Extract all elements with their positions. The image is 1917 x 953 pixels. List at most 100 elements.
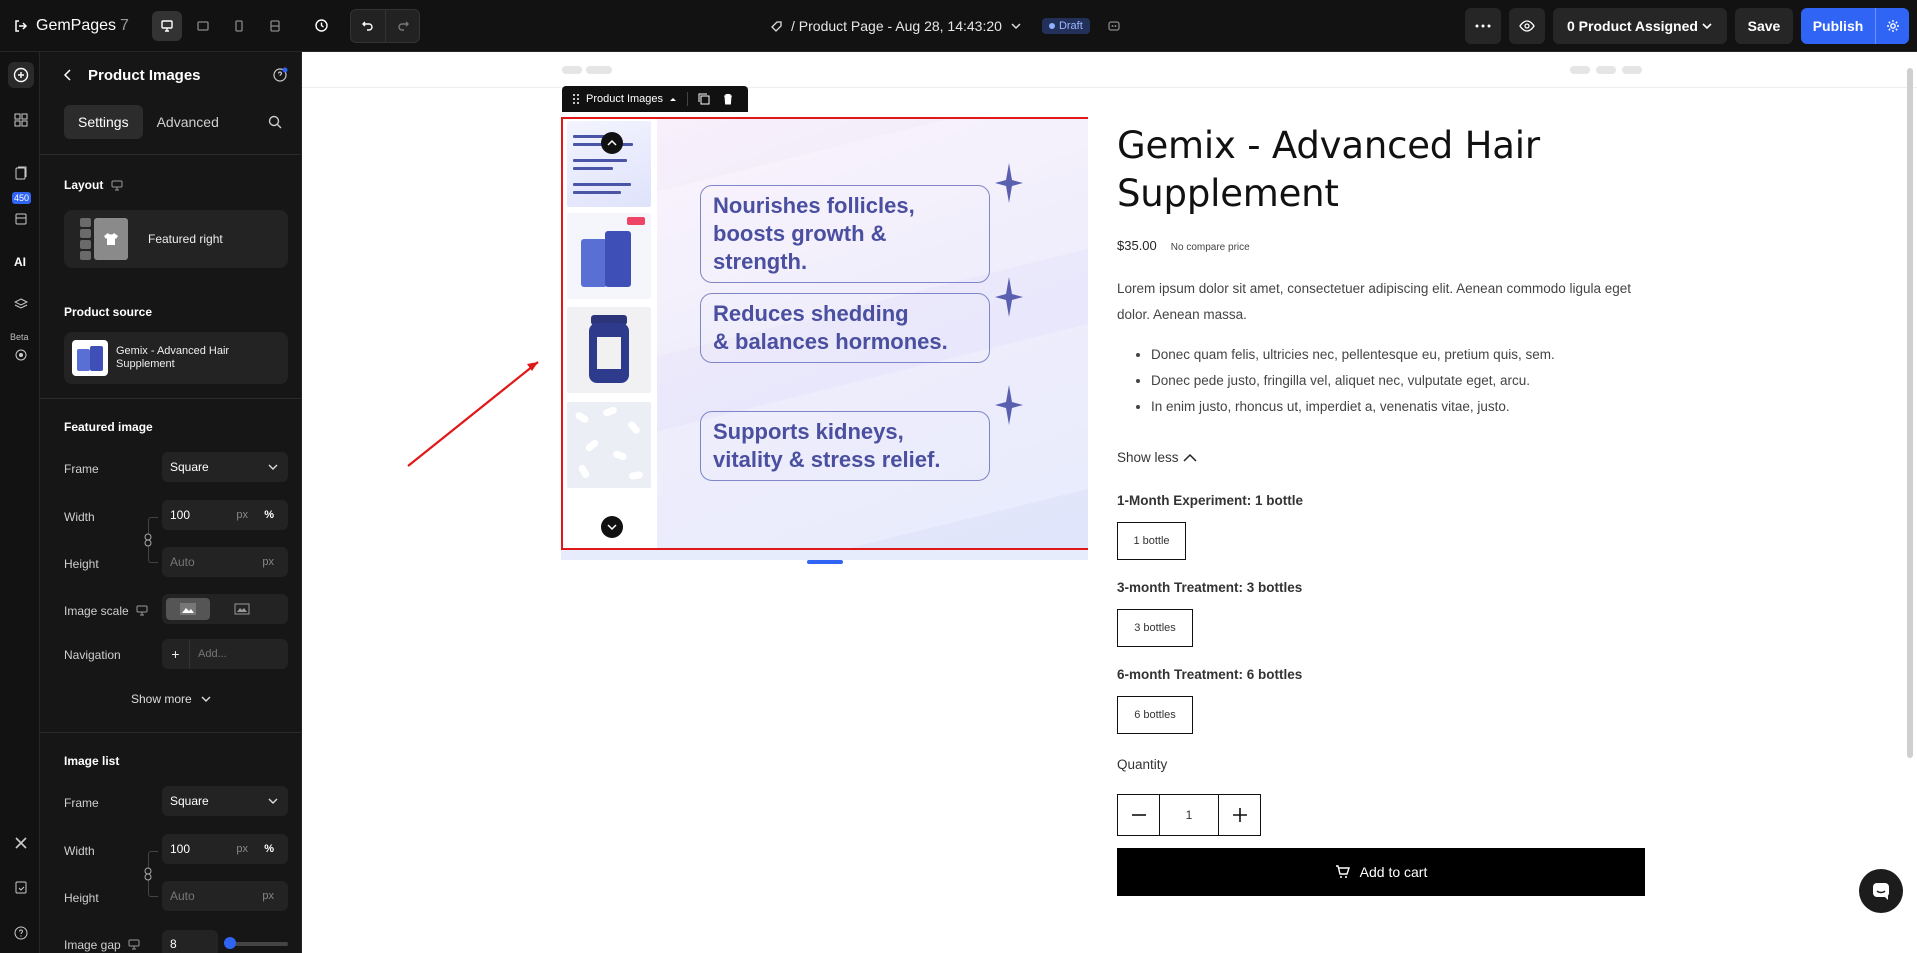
gallery-thumbnail[interactable] [567,307,651,393]
navigation-label: Navigation [64,648,121,662]
header-placeholder [562,66,582,74]
variant-option-6-bottles[interactable]: 6 bottles [1117,696,1193,734]
list-unit-percent-toggle[interactable]: % [264,843,274,855]
product-description[interactable]: Lorem ipsum dolor sit amet, consectetuer… [1117,276,1647,328]
gallery-thumbnail[interactable] [567,213,651,299]
ai-button[interactable]: AI [8,248,34,274]
chevron-down-icon [1011,23,1021,30]
more-options-button[interactable] [1465,8,1501,44]
quantity-decrease-button[interactable] [1118,795,1159,835]
chat-support-button[interactable] [1859,869,1903,913]
variant-option-3-bottles[interactable]: 3 bottles [1117,609,1193,647]
scale-fit-option[interactable] [220,598,264,620]
frame-select[interactable]: Square [162,452,288,482]
product-source-selector[interactable]: Gemix - Advanced Hair Supplement [64,332,288,384]
help-button[interactable] [8,920,34,946]
list-width-input[interactable]: 100 px % [162,834,288,864]
x-social-button[interactable] [8,830,34,856]
layers-button[interactable] [8,292,34,318]
add-to-cart-button[interactable]: Add to cart [1117,848,1645,896]
minus-icon [1131,814,1146,816]
tab-advanced[interactable]: Advanced [143,105,233,139]
undo-icon [362,21,373,31]
image-gap-input[interactable]: 8 [162,930,218,953]
unit-px-toggle[interactable]: px [236,509,248,521]
sparkle-icon [995,277,1023,317]
duplicate-icon[interactable] [698,93,710,105]
navigation-add-button[interactable]: + Add... [162,639,288,669]
mobile-view-button[interactable] [224,11,254,41]
drag-handle-icon[interactable] [572,93,580,105]
caret-up-icon[interactable] [669,96,677,102]
gallery-thumbnail[interactable] [567,402,651,488]
unit-percent-toggle[interactable]: % [264,509,274,521]
featured-image[interactable]: Nourishes follicles, boosts growth & str… [657,119,1088,548]
height-input[interactable]: Auto px [162,547,288,577]
app-logo[interactable]: GemPages 7 [14,17,142,35]
link-icon[interactable] [142,867,154,881]
image-scale-label: Image scale [64,604,148,618]
tshirt-icon [104,233,118,245]
chevron-down-icon [1702,23,1712,30]
width-input[interactable]: 100 px % [162,500,288,530]
list-frame-label: Frame [64,796,99,810]
featured-image-label: Featured image [64,420,153,434]
history-button[interactable] [306,11,336,41]
product-assign-dropdown[interactable]: 0 Product Assigned [1553,8,1727,44]
show-less-button[interactable]: Show less [1117,450,1197,465]
navigation-placeholder: Add... [198,648,227,660]
element-label[interactable]: Product Images [586,93,663,105]
custom-view-button[interactable] [260,11,290,41]
publish-button[interactable]: Publish [1801,8,1875,44]
layout-selector[interactable]: Featured right [64,210,288,268]
canvas-scrollbar[interactable] [1907,68,1913,758]
chevron-down-icon [268,798,278,804]
list-frame-select[interactable]: Square [162,786,288,816]
laptop-view-button[interactable] [188,11,218,41]
chevron-left-icon[interactable] [62,69,74,81]
list-item: Donec quam felis, ultricies nec, pellent… [1151,342,1651,368]
thumbnail-prev-button[interactable] [601,132,623,154]
tab-settings[interactable]: Settings [64,105,143,139]
tasks-button[interactable] [8,874,34,900]
quantity-input[interactable]: 1 [1159,795,1219,835]
show-more-button[interactable]: Show more [40,692,301,706]
beta-tool-button[interactable] [8,342,34,368]
library-icon [15,213,27,225]
height-placeholder: Auto [170,555,195,569]
list-unit-px-toggle[interactable]: px [236,843,248,855]
list-height-input[interactable]: Auto px [162,881,288,911]
resize-handle[interactable] [807,560,843,564]
variant-option-1-bottle[interactable]: 1 bottle [1117,522,1186,560]
ai-assistant-icon[interactable] [1106,18,1122,34]
publish-settings-button[interactable] [1875,8,1909,44]
page-title-area[interactable]: / Product Page - Aug 28, 14:43:20 Draft [770,0,1122,52]
thumbnail-next-button[interactable] [601,516,623,538]
desktop-view-button[interactable] [152,10,182,41]
product-price[interactable]: $35.00 [1117,238,1157,253]
help-icon [14,926,28,940]
image-list-label: Image list [64,754,120,768]
product-title[interactable]: Gemix - Advanced Hair Supplement [1117,122,1547,218]
product-images-gallery[interactable]: Nourishes follicles, boosts growth & str… [561,117,1088,550]
link-icon[interactable] [142,533,154,547]
pages-button[interactable] [8,160,34,186]
help-badge-icon[interactable] [272,67,288,83]
library-button[interactable] [8,206,34,232]
quantity-increase-button[interactable] [1219,795,1260,835]
search-icon[interactable] [268,115,282,129]
redo-button[interactable] [385,9,419,42]
compare-price[interactable]: No compare price [1171,242,1250,253]
divider [40,154,301,155]
add-element-button[interactable] [8,62,34,88]
undo-button[interactable] [351,10,385,42]
trash-icon[interactable] [722,93,734,105]
undo-redo-group [350,8,420,43]
product-price-row: $35.00 No compare price [1117,238,1250,253]
sections-button[interactable] [8,107,34,133]
image-gap-slider-handle[interactable] [224,937,236,949]
save-button[interactable]: Save [1735,8,1793,44]
preview-button[interactable] [1509,8,1545,44]
scale-fill-option[interactable] [166,598,210,620]
product-bullets[interactable]: Donec quam felis, ultricies nec, pellent… [1151,342,1651,420]
